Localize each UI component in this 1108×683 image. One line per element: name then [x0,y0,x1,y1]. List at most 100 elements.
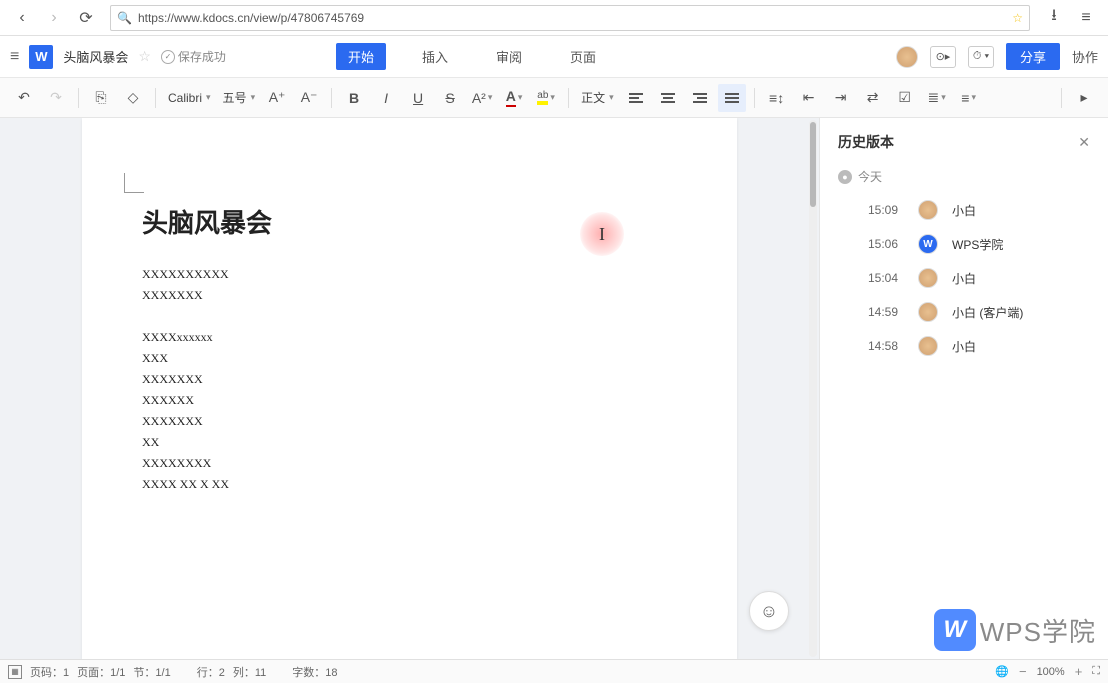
doc-line[interactable]: XXXX XX X XX [142,474,677,495]
panel-close-icon[interactable]: ✕ [1078,134,1090,151]
bold-button[interactable]: B [340,84,368,112]
nav-forward[interactable]: › [40,4,68,32]
version-time: 15:09 [868,203,904,217]
status-view-icon[interactable]: ▦ [8,665,22,679]
underline-button[interactable]: U [404,84,432,112]
zoom-in-button[interactable]: + [1075,664,1083,679]
status-page: 页面：1/1 [77,664,125,680]
record-icon[interactable]: ⊙▸ [930,46,956,68]
version-user: 小白 [952,202,976,219]
version-user: 小白 (客户端) [952,304,1023,321]
doc-line[interactable]: XX [142,432,677,453]
align-left-button[interactable] [622,84,650,112]
font-select[interactable]: Calibri [164,91,215,105]
version-item[interactable]: 15:06 W WPS学院 [838,227,1090,261]
fullscreen-icon[interactable]: ⛶ [1092,665,1100,678]
indent-decrease-button[interactable]: ⇤ [795,84,823,112]
doc-line[interactable]: XXXXXXXX [142,453,677,474]
version-avatar: W [918,234,938,254]
doc-line[interactable]: XXXXXXX [142,285,677,306]
app-logo: W [29,45,53,69]
version-avatar [918,268,938,288]
undo-button[interactable]: ↶ [10,84,38,112]
highlight-button[interactable]: ab [532,84,560,112]
doc-line[interactable]: XXXXXXX [142,369,677,390]
format-painter-button[interactable]: ⎘ [87,84,115,112]
align-justify-button[interactable] [718,84,746,112]
font-shrink-button[interactable]: A⁻ [295,84,323,112]
save-status: 保存成功 [161,48,226,65]
doc-line[interactable]: XXXXXX [142,390,677,411]
strike-button[interactable]: S [436,84,464,112]
url-bar[interactable]: 🔍 https://www.kdocs.cn/view/p/4780674576… [110,5,1030,31]
version-time: 14:59 [868,305,904,319]
version-item[interactable]: 14:59 小白 (客户端) [838,295,1090,329]
status-col: 列：11 [233,664,266,680]
nav-back[interactable]: ‹ [8,4,36,32]
panel-title: 历史版本 [838,132,894,152]
nav-reload[interactable]: ⟳ [72,4,100,32]
version-user: 小白 [952,270,976,287]
url-text: https://www.kdocs.cn/view/p/47806745769 [138,11,364,25]
align-center-button[interactable] [654,84,682,112]
history-dropdown[interactable]: ⏱ ▾ [968,46,994,68]
text-direction-button[interactable]: ⇄ [859,84,887,112]
version-time: 14:58 [868,339,904,353]
doc-heading[interactable]: 头脑风暴会 [142,203,677,240]
indent-increase-button[interactable]: ⇥ [827,84,855,112]
scrollbar[interactable] [809,120,817,657]
toolbar-more-button[interactable]: ▸ [1070,84,1098,112]
superscript-button[interactable]: A² [468,84,496,112]
font-size-select[interactable]: 五号 [219,89,260,106]
tab-start[interactable]: 开始 [336,43,386,70]
doc-line[interactable] [142,306,677,327]
search-icon: 🔍 [117,11,132,25]
font-grow-button[interactable]: A⁺ [263,84,291,112]
status-page-no: 页码：1 [30,664,69,680]
checklist-button[interactable]: ☑ [891,84,919,112]
assistant-button[interactable]: ☺ [749,591,789,631]
status-words: 字数：18 [292,664,337,680]
bookmark-star-icon[interactable]: ☆ [1012,11,1023,25]
collab-button[interactable]: 协作 [1072,47,1098,66]
version-time: 15:06 [868,237,904,251]
version-time: 15:04 [868,271,904,285]
download-icon[interactable]: ⭳ [1040,4,1068,32]
italic-button[interactable]: I [372,84,400,112]
version-item[interactable]: 15:09 小白 [838,193,1090,227]
doc-star-icon[interactable]: ☆ [138,48,151,65]
version-user: WPS学院 [952,236,1003,253]
body-style-select[interactable]: 正文 [577,89,618,106]
status-globe-icon[interactable]: 🌐 [995,665,1009,678]
page[interactable]: 头脑风暴会 XXXXXXXXXXXXXXXXX XXXXxxxxxxXXXXXX… [82,118,737,659]
history-panel: 历史版本 ✕ 今天 15:09 小白15:06 W WPS学院15:04 小白1… [819,118,1108,659]
share-button[interactable]: 分享 [1006,43,1060,70]
document-area[interactable]: 头脑风暴会 XXXXXXXXXXXXXXXXX XXXXxxxxxxXXXXXX… [0,118,819,659]
font-color-button[interactable]: A [500,84,528,112]
history-today-label: 今天 [838,168,1090,185]
version-avatar [918,302,938,322]
doc-line[interactable]: XXXXxxxxxx [142,327,677,348]
zoom-out-button[interactable]: − [1019,664,1027,679]
number-list-button[interactable]: ≡ [955,84,983,112]
doc-line[interactable]: XXXXXXXXXX [142,264,677,285]
app-menu-icon[interactable]: ≡ [10,48,19,66]
align-right-button[interactable] [686,84,714,112]
doc-title: 头脑风暴会 [63,47,128,66]
bullet-list-button[interactable]: ≣ [923,84,951,112]
tab-insert[interactable]: 插入 [410,43,460,70]
clear-format-button[interactable]: ◇ [119,84,147,112]
tab-review[interactable]: 审阅 [484,43,534,70]
user-avatar[interactable] [896,46,918,68]
version-item[interactable]: 15:04 小白 [838,261,1090,295]
line-spacing-button[interactable]: ≡↕ [763,84,791,112]
margin-marker [124,173,144,193]
version-avatar [918,336,938,356]
version-item[interactable]: 14:58 小白 [838,329,1090,363]
doc-line[interactable]: XXXXXXX [142,411,677,432]
browser-menu-icon[interactable]: ≡ [1072,4,1100,32]
tab-page[interactable]: 页面 [558,43,608,70]
status-section: 节：1/1 [133,664,170,680]
doc-line[interactable]: XXX [142,348,677,369]
redo-button[interactable]: ↷ [42,84,70,112]
